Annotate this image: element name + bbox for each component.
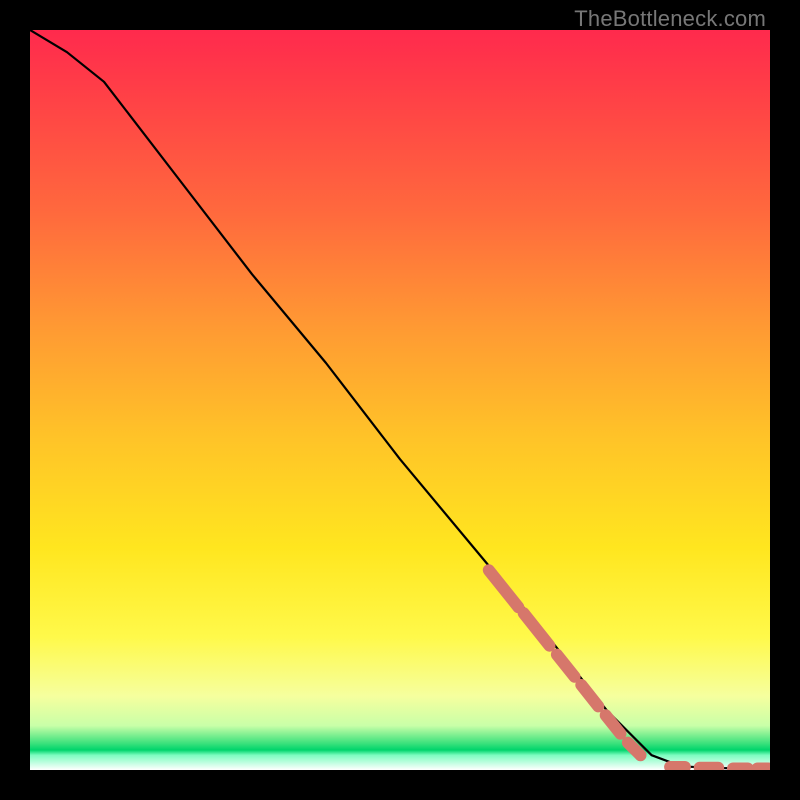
highlight-dash — [557, 655, 575, 677]
highlight-dash — [606, 715, 621, 734]
highlight-dash — [581, 685, 598, 707]
watermark-label: TheBottleneck.com — [574, 6, 766, 32]
highlight-dash — [628, 743, 641, 756]
highlight-dashes — [489, 570, 769, 768]
chart-stage: TheBottleneck.com — [0, 0, 800, 800]
main-curve — [30, 30, 770, 769]
highlight-dash — [524, 613, 550, 646]
chart-overlay — [30, 30, 770, 770]
highlight-dash — [489, 570, 519, 607]
